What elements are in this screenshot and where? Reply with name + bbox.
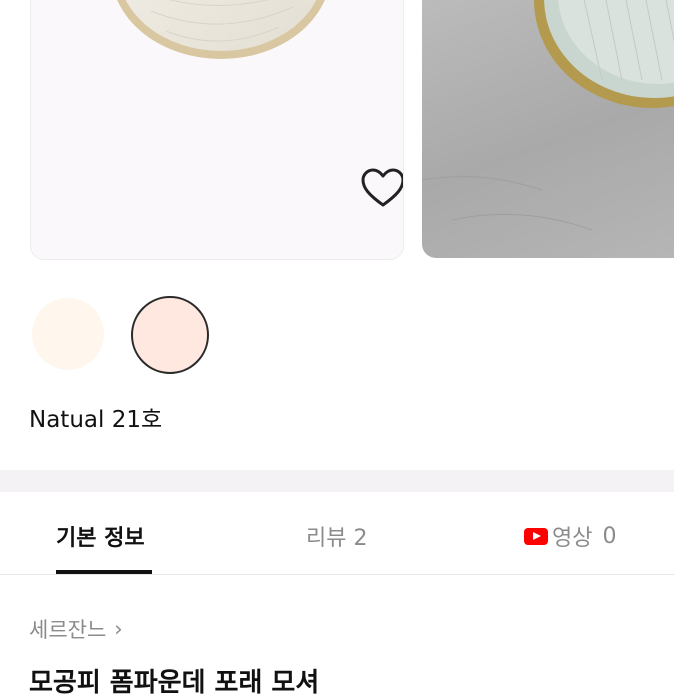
tab-bar-border [0,574,674,575]
tab-reviews[interactable]: 리뷰 2 [306,520,367,552]
brand-link[interactable]: 세르잔느 › [29,614,123,644]
tab-basic-info[interactable]: 기본 정보 [56,520,145,552]
brand-name: 세르잔느 [29,618,107,642]
tab-video[interactable]: 영상 0 [524,520,616,552]
compact-image-leather [422,0,674,231]
tab-basic-info-label: 기본 정보 [56,526,145,551]
youtube-icon [524,527,548,545]
product-image-secondary[interactable] [422,0,674,258]
color-swatch-option-1[interactable] [32,298,104,370]
compact-image [117,0,325,59]
selected-variant-name: Natual 21호 [29,407,163,433]
product-image-main[interactable] [30,0,404,260]
tab-video-count: 0 [602,523,617,549]
section-divider [0,470,674,492]
product-title: 모공피 폼파운데 포래 모셔 [29,668,320,698]
wishlist-heart-icon[interactable] [359,167,403,211]
color-swatch-option-2-selected[interactable] [131,296,209,374]
tab-video-label: 영상 [552,526,593,551]
tab-reviews-count: 2 [353,526,368,551]
chevron-right-icon: › [114,617,123,641]
tab-reviews-label: 리뷰 [306,526,347,551]
